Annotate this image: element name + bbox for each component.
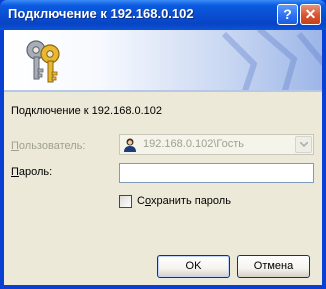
remember-password-checkbox[interactable] [119,195,132,208]
close-button[interactable]: ✕ [300,4,321,25]
keys-icon [26,40,60,83]
banner-divider [4,90,322,92]
user-value: 192.168.0.102\Гость [143,138,245,150]
close-icon: ✕ [304,6,317,22]
chevron-down-icon [300,142,308,148]
dialog-body: Подключение к 192.168.0.102 Пользователь… [4,30,322,285]
user-combobox: 192.168.0.102\Гость [119,134,314,155]
title-bar[interactable]: Подключение к 192.168.0.102 ? ✕ [0,0,326,30]
user-icon [124,138,136,152]
connect-to-label: Подключение к 192.168.0.102 [11,105,163,117]
network-watermark-icon [221,30,322,90]
dialog-banner [4,30,322,90]
help-icon: ? [283,6,292,22]
cancel-button[interactable]: Отмена [237,255,310,278]
help-button[interactable]: ? [277,4,298,25]
remember-password-label[interactable]: Сохранить пароль [137,195,231,207]
combo-dropdown-button [295,136,312,153]
password-label: Пароль: [11,166,53,178]
ok-button[interactable]: OK [157,255,230,278]
password-field[interactable] [119,163,314,183]
user-label: Пользователь: [11,140,86,152]
login-dialog: Подключение к 192.168.0.102 ? ✕ Подключе… [0,0,326,289]
window-title: Подключение к 192.168.0.102 [8,6,194,21]
